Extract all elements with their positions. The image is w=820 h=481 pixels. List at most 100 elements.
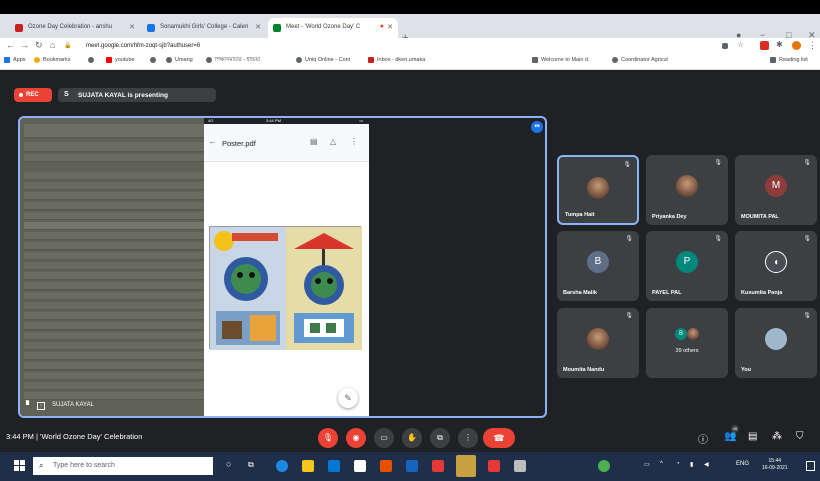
back-icon[interactable]: ←: [6, 40, 15, 50]
menu-icon[interactable]: ⋮: [808, 40, 817, 51]
notification-icon[interactable]: [806, 461, 815, 471]
volume-icon[interactable]: ◀: [704, 461, 709, 468]
bookmark-item[interactable]: শিক্ষাসমাচার - ইন্ডিয়া: [206, 57, 278, 65]
list-item: [24, 322, 204, 330]
drive-icon[interactable]: △: [330, 137, 336, 146]
participant-tile[interactable]: 🎙 B Barsha Malik: [557, 231, 639, 301]
bookmark-item[interactable]: Apps: [4, 57, 26, 63]
bookmark-label: Reading list: [779, 57, 808, 63]
list-item: [24, 124, 204, 138]
chrome-icon[interactable]: [598, 460, 610, 472]
others-tile[interactable]: B 39 others: [646, 308, 728, 378]
bookmark-item[interactable]: youtube: [106, 57, 135, 63]
bookmark-item[interactable]: Umang: [166, 57, 193, 63]
participant-name: Tumpa Hait: [565, 212, 595, 218]
app-active-icon[interactable]: [456, 455, 476, 477]
youtube-icon: [106, 57, 112, 63]
url-field[interactable]: meet.google.com/hfm-zoqt-sjb?authuser=6: [76, 40, 708, 52]
puzzle-icon[interactable]: ✱: [776, 40, 783, 49]
camera-off-button[interactable]: ◉: [346, 428, 366, 448]
keyboard-icon[interactable]: ▭: [644, 461, 650, 468]
list-item: [24, 392, 204, 400]
close-icon[interactable]: ✕: [255, 23, 261, 31]
people-icon[interactable]: 👥: [724, 431, 736, 442]
clock-date: 16-09-2021: [762, 465, 788, 471]
mic-off-button[interactable]: 🎙: [318, 428, 338, 448]
reload-icon[interactable]: ↻: [35, 40, 43, 51]
activities-icon[interactable]: ⁂: [772, 431, 782, 442]
participant-tile[interactable]: 🎙 M MOUMITA PAL: [735, 155, 817, 225]
bookmark-item[interactable]: Inbox - dkeri.umaka: [368, 57, 458, 63]
list-item: [24, 282, 204, 290]
chevron-up-icon[interactable]: ^: [660, 461, 663, 467]
participant-tile[interactable]: 🎙 Priyanka Dey: [646, 155, 728, 225]
close-icon[interactable]: ✕: [129, 23, 135, 31]
leave-call-button[interactable]: ☎: [483, 428, 515, 448]
pin-icon[interactable]: ⇹: [531, 121, 543, 133]
store-icon[interactable]: [328, 460, 340, 472]
network-icon[interactable]: ◔: [676, 461, 680, 467]
star-icon: [34, 57, 40, 63]
list-item: [24, 192, 204, 200]
language-indicator[interactable]: ENG: [736, 461, 749, 467]
task-view-icon[interactable]: ⧉: [248, 460, 254, 470]
tab-label: Sonamukhi Girls' College - Calen: [160, 24, 249, 30]
close-icon[interactable]: ✕: [387, 23, 393, 31]
app-icon[interactable]: [354, 460, 366, 472]
browser-tab[interactable]: Sonamukhi Girls' College - Calen ✕: [142, 18, 266, 38]
more-options-button[interactable]: ⋮: [458, 428, 478, 448]
taskbar-clock[interactable]: 15:44 16-09-2021: [762, 458, 788, 472]
app-icon[interactable]: [432, 460, 444, 472]
participant-tile-self[interactable]: 🎙 You: [735, 308, 817, 378]
list-item: [24, 252, 204, 260]
edit-icon[interactable]: ✎: [338, 388, 358, 408]
forward-icon[interactable]: →: [20, 40, 29, 50]
battery-icon[interactable]: ▮: [690, 461, 693, 468]
edge-icon[interactable]: [276, 460, 288, 472]
participant-tile[interactable]: 🎙 ◖ Kusumita Panja: [735, 231, 817, 301]
bookmark-item[interactable]: Welcome to Main d.: [532, 57, 610, 63]
chat-icon[interactable]: ▤: [748, 431, 757, 442]
participant-tile[interactable]: 🎙 Moumita Nandu: [557, 308, 639, 378]
reading-list-icon: [770, 57, 776, 63]
file-explorer-icon[interactable]: [302, 460, 314, 472]
cortana-icon[interactable]: ○: [226, 459, 231, 469]
meet-area: REC S SUJATA KAYAL is presenting 4G 3:44…: [0, 70, 820, 452]
windows-start-icon[interactable]: [14, 460, 26, 472]
document-icon[interactable]: ▤: [310, 137, 318, 146]
reading-list[interactable]: Reading list: [770, 57, 808, 63]
bookmark-item[interactable]: Bookmarks: [34, 57, 71, 63]
more-icon[interactable]: ⋮: [350, 137, 358, 146]
browser-tab-active[interactable]: Meet - 'World Ozone Day' C ● ✕: [268, 18, 398, 38]
mic-muted-icon: 🎙: [623, 162, 631, 168]
captions-button[interactable]: ▭: [374, 428, 394, 448]
extension-icon[interactable]: [760, 41, 769, 50]
home-icon[interactable]: ⌂: [50, 40, 55, 50]
back-icon[interactable]: ←: [208, 136, 217, 146]
word-icon[interactable]: [406, 460, 418, 472]
participant-tile[interactable]: 🎙 P PAYEL PAL: [646, 231, 728, 301]
meet-icon: [273, 24, 281, 32]
meeting-info: 3:44 PM | 'World Ozone Day' Celebration: [6, 432, 143, 441]
app-icon[interactable]: [488, 460, 500, 472]
vlc-icon[interactable]: [380, 460, 392, 472]
present-button[interactable]: ⧉: [430, 428, 450, 448]
participant-name: Barsha Malik: [563, 290, 597, 296]
bookmark-label: Bookmarks: [43, 57, 71, 63]
browser-tab[interactable]: Ozone Day Celebration - anshu ✕: [10, 18, 140, 38]
participant-tile[interactable]: 🎙 Tumpa Hait: [557, 155, 639, 225]
avatar[interactable]: [792, 41, 801, 50]
bookmark-item[interactable]: Uniq Online - Cont: [296, 57, 372, 63]
taskbar-search-input[interactable]: ⌕ Type here to search: [33, 457, 213, 475]
presentation-stage[interactable]: 4G 3:44 PM ▭ ← Poster.pdf ▤ △ ⋮ ✎ ⇹ ▘ ↑ …: [18, 116, 547, 418]
rec-badge: REC: [14, 88, 52, 102]
lock-icon: 🔒: [64, 43, 72, 49]
star-icon[interactable]: ☆: [737, 40, 744, 49]
raise-hand-button[interactable]: ✋: [402, 428, 422, 448]
info-icon[interactable]: ⓘ: [698, 431, 708, 446]
participant-name: Priyanka Dey: [652, 214, 687, 220]
camera-icon[interactable]: [722, 43, 728, 49]
shield-icon[interactable]: ⛉: [796, 431, 804, 442]
bookmark-item[interactable]: Coordinator Agricul: [612, 57, 700, 63]
app-icon[interactable]: [514, 460, 526, 472]
